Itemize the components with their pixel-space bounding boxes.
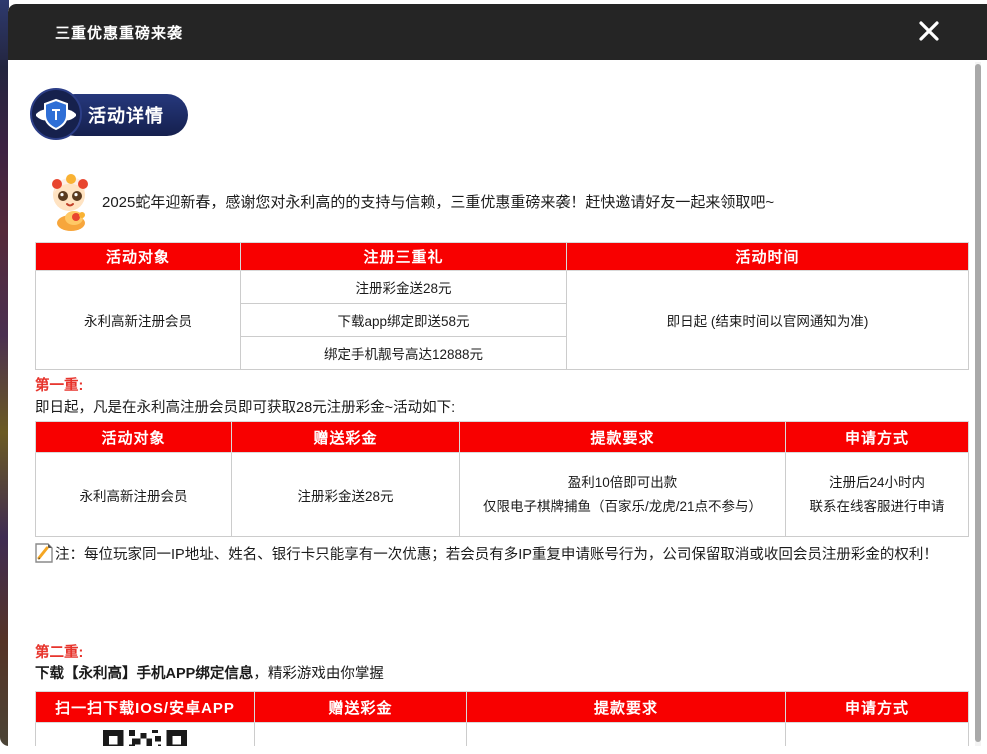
overview-time-cell: 即日起 (结束时间以官网通知为准) [567, 271, 969, 370]
promo-modal: 三重优惠重磅来袭 活动详情 [8, 4, 987, 746]
memo-icon [35, 543, 53, 573]
s2-header-bonus: 赠送彩金 [255, 692, 467, 723]
section2-table: 扫一扫下载IOS/安卓APP 赠送彩金 提款要求 申请方式 [35, 691, 969, 746]
s2-withdraw-cell [467, 723, 786, 747]
overview-gift-3: 绑定手机靓号高达12888元 [241, 337, 567, 370]
intro-row: 2025蛇年迎新春，感谢您对永利高的的支持与信赖，三重优惠重磅来袭！赶快邀请好友… [44, 170, 954, 232]
app-download-qr-code [103, 730, 187, 746]
section2-desc-bold: 下载【永利高】手机APP绑定信息 [35, 666, 253, 682]
modal-title: 三重优惠重磅来袭 [55, 22, 183, 43]
section1-note: 注：每位玩家同一IP地址、姓名、银行卡只能享有一次优惠；若会员有多IP重复申请账… [35, 542, 960, 573]
overview-gift-1: 注册彩金送28元 [241, 271, 567, 304]
s2-bonus-cell [255, 723, 467, 747]
promo-modal-page: 三重优惠重磅来袭 活动详情 [0, 0, 987, 754]
overview-table: 活动对象 注册三重礼 活动时间 永利高新注册会员 注册彩金送28元 即日起 (结… [35, 242, 969, 370]
s2-apply-cell [786, 723, 969, 747]
section1-title: 第一重: [35, 374, 83, 395]
intro-text: 2025蛇年迎新春，感谢您对永利高的的支持与信赖，三重优惠重磅来袭！赶快邀请好友… [102, 191, 774, 212]
s1-bonus-cell: 注册彩金送28元 [232, 453, 460, 537]
section2-desc-rest: ，精彩游戏由你掌握 [253, 666, 384, 682]
s1-header-apply: 申请方式 [786, 422, 969, 453]
section2-title: 第二重: [35, 641, 83, 662]
s1-apply-cell: 注册后24小时内 联系在线客服进行申请 [786, 453, 969, 537]
s1-apply-line2: 联系在线客服进行申请 [790, 495, 964, 519]
overview-header-gifts: 注册三重礼 [241, 243, 567, 271]
s1-header-bonus: 赠送彩金 [232, 422, 460, 453]
note-text: 注：每位玩家同一IP地址、姓名、银行卡只能享有一次优惠；若会员有多IP重复申请账… [55, 547, 938, 563]
overview-header-time: 活动时间 [567, 243, 969, 271]
s1-header-withdraw: 提款要求 [460, 422, 786, 453]
modal-scrollbar-track[interactable] [975, 62, 981, 746]
snake-mascot-icon [44, 171, 98, 231]
close-icon[interactable] [917, 19, 941, 43]
badge-label: 活动详情 [88, 102, 164, 128]
modal-scrollbar-thumb[interactable] [975, 64, 981, 742]
shield-logo-icon [30, 88, 82, 140]
s1-withdraw-line2: 仅限电子棋牌捕鱼（百家乐/龙虎/21点不参与） [464, 495, 781, 519]
section2-desc: 下载【永利高】手机APP绑定信息，精彩游戏由你掌握 [35, 662, 384, 683]
modal-titlebar: 三重优惠重磅来袭 [8, 4, 987, 60]
s2-header-scan: 扫一扫下载IOS/安卓APP [36, 692, 255, 723]
overview-gift-2: 下载app绑定即送58元 [241, 304, 567, 337]
activity-details-badge: 活动详情 [30, 88, 190, 140]
s1-member-cell: 永利高新注册会员 [36, 453, 232, 537]
s2-header-apply: 申请方式 [786, 692, 969, 723]
overview-member-cell: 永利高新注册会员 [36, 271, 241, 370]
s1-apply-line1: 注册后24小时内 [790, 471, 964, 495]
s2-qr-cell [36, 723, 255, 747]
section1-table: 活动对象 赠送彩金 提款要求 申请方式 永利高新注册会员 注册彩金送28元 盈利… [35, 421, 969, 537]
s1-withdraw-cell: 盈利10倍即可出款 仅限电子棋牌捕鱼（百家乐/龙虎/21点不参与） [460, 453, 786, 537]
s2-header-withdraw: 提款要求 [467, 692, 786, 723]
overview-header-target: 活动对象 [36, 243, 241, 271]
section1-desc: 即日起，凡是在永利高注册会员即可获取28元注册彩金~活动如下: [35, 396, 455, 417]
s1-header-target: 活动对象 [36, 422, 232, 453]
s1-withdraw-line1: 盈利10倍即可出款 [464, 471, 781, 495]
